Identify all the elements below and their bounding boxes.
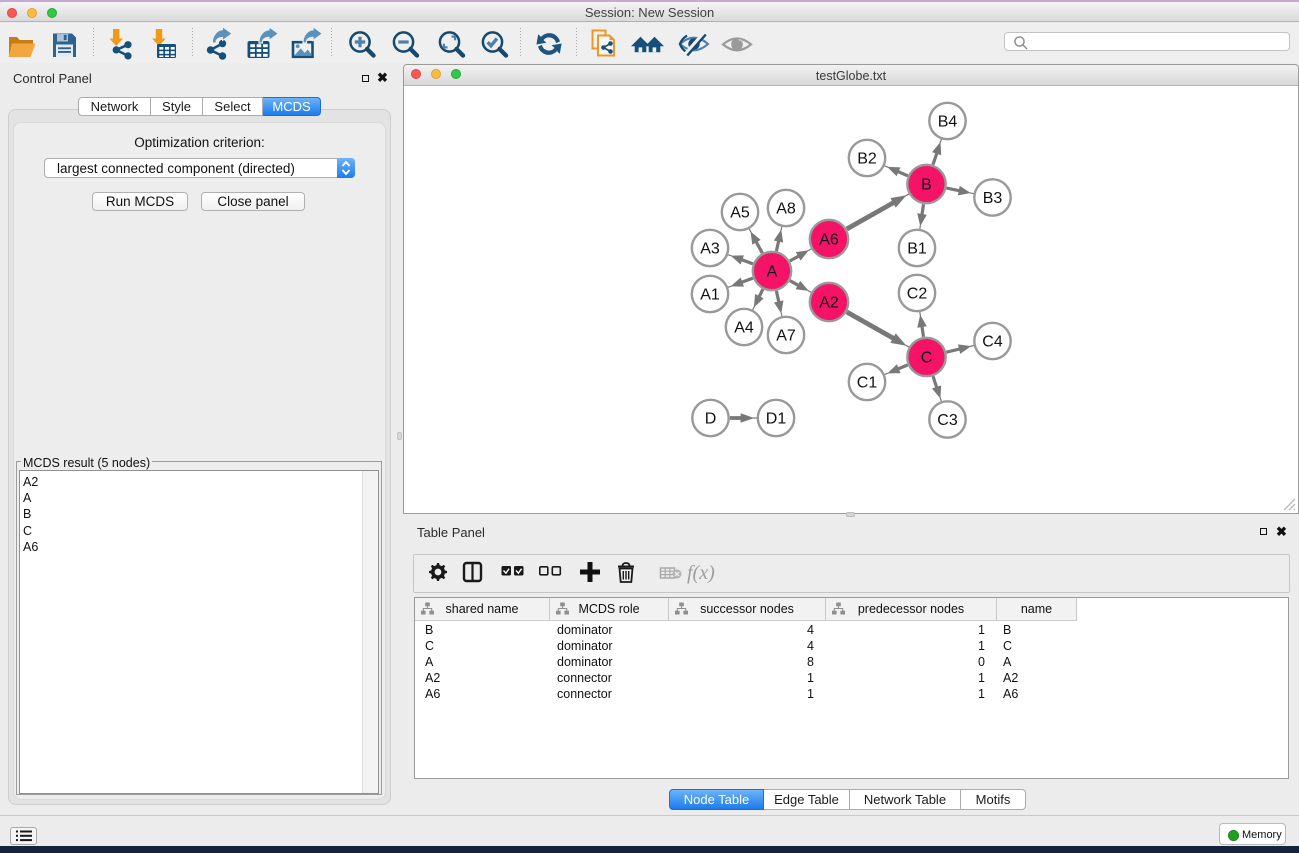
svg-text:A7: A7 xyxy=(776,328,796,345)
svg-text:A5: A5 xyxy=(730,205,750,222)
svg-text:A2: A2 xyxy=(819,295,839,312)
svg-text:C1: C1 xyxy=(857,375,878,392)
svg-text:B3: B3 xyxy=(983,190,1003,207)
svg-text:D: D xyxy=(705,411,717,428)
svg-text:B1: B1 xyxy=(907,241,927,258)
svg-text:A1: A1 xyxy=(700,287,720,304)
svg-text:C4: C4 xyxy=(982,334,1003,351)
svg-text:A3: A3 xyxy=(700,241,720,258)
svg-text:A6: A6 xyxy=(819,232,839,249)
svg-text:D1: D1 xyxy=(766,411,787,428)
svg-text:f(x): f(x) xyxy=(687,562,715,584)
svg-text:B2: B2 xyxy=(857,151,877,168)
svg-text:B: B xyxy=(921,177,932,194)
svg-text:B4: B4 xyxy=(938,114,958,131)
svg-text:C: C xyxy=(921,350,933,367)
svg-text:A8: A8 xyxy=(776,201,796,218)
svg-text:A4: A4 xyxy=(734,320,754,337)
svg-text:C3: C3 xyxy=(937,412,958,429)
svg-text:C2: C2 xyxy=(907,286,928,303)
svg-text:A: A xyxy=(767,264,778,281)
